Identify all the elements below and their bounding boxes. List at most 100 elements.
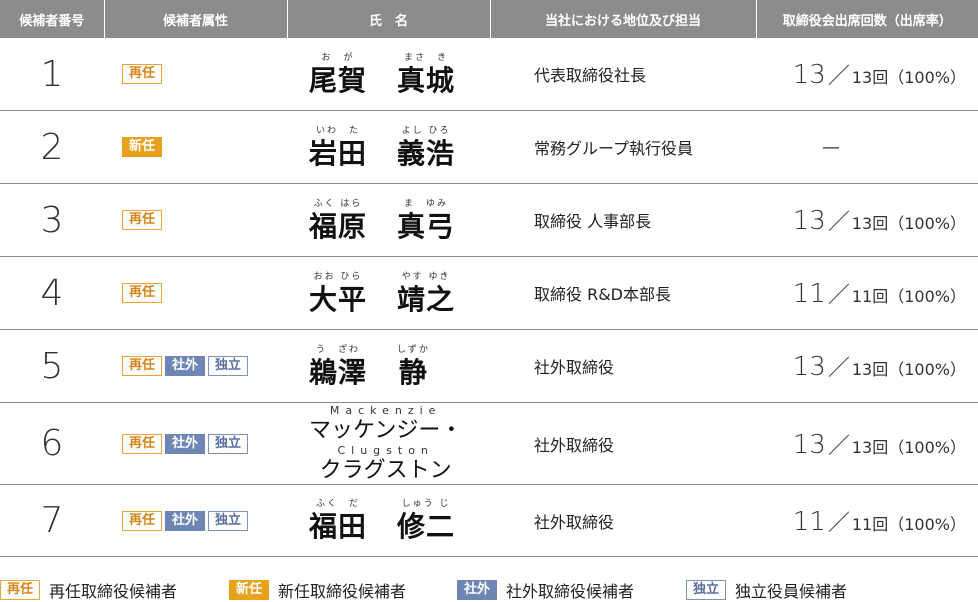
header-name: 氏 名 (287, 0, 491, 38)
board-attendance: 11／ 11回（100%） (756, 484, 978, 557)
candidate-number: 2 (0, 110, 104, 184)
given-name: よし ひろ 義浩 (397, 125, 455, 170)
reappoint-badge: 再任 (122, 356, 163, 377)
table-row: 4 再任 おお ひら 大平 やす ゆき 靖之 取締役 R&D本部長 11／ 11回（100%） (0, 256, 978, 330)
reappoint-badge: 再任 (122, 64, 163, 85)
total-meetings: 13回 (851, 360, 889, 379)
name-block: お が尾賀 まさ き真城 (309, 52, 455, 97)
table-row: 5 再任 社外 独立う ざわ 鵜澤 しずか静社外取締役 13／ 13回（100%） (0, 329, 978, 403)
name-kanji: 鵜澤 (309, 355, 368, 389)
name-block: う ざわ 鵜澤 しずか静 (309, 344, 430, 389)
attended-count: 13 (792, 60, 826, 90)
family-name: ふく だ福田 (309, 498, 367, 543)
reappoint-badge: 再任 (0, 580, 41, 600)
table-row: 7 再任 社外 独立 ふく だ福田 しゅう じ修二 社外取締役 11／ 11回（100%） (0, 484, 978, 557)
table-row: 2 新任 いわ た岩田 よし ひろ 義浩 常務グループ執行役員 — (0, 110, 978, 184)
name-kanji: 尾賀 (309, 63, 368, 97)
new-badge: 新任 (122, 137, 163, 158)
name-kana: マッケンジー・ (309, 417, 463, 443)
candidate-position: 取締役 人事部長 (490, 183, 756, 257)
candidate-name: ふく だ福田 しゅう じ修二 (287, 484, 490, 557)
candidate-attributes: 再任 社外 独立 (104, 402, 287, 485)
total-meetings: 13回 (851, 437, 889, 457)
outside-badge: 社外 (165, 433, 206, 454)
new-badge: 新任 (229, 580, 270, 600)
candidate-name: おお ひら 大平 やす ゆき 靖之 (287, 256, 490, 330)
attendance-slash: ／ (827, 433, 850, 459)
board-attendance: 13／ 13回（100%） (756, 329, 978, 403)
name-reading: う ざわ (316, 344, 361, 355)
attendance-rate: （100%） (888, 360, 966, 379)
attendance-rate: （100%） (888, 287, 966, 306)
legend-item: 再任 再任取締役候補者 (0, 578, 177, 602)
given-name: ま ゆみ 真弓 (397, 198, 455, 243)
name-kanji: 福原 (309, 209, 368, 243)
name-reading: やす ゆき (401, 271, 451, 282)
family-name: う ざわ 鵜澤 (309, 344, 367, 389)
name-block: ふく だ福田 しゅう じ修二 (309, 498, 455, 543)
independent-badge: 独立 (208, 356, 249, 377)
table-header-row: 候補者番号 候補者属性 氏 名 当社における地位及び担当 取締役会出席回数（出席… (0, 0, 978, 38)
given-name: やす ゆき 靖之 (397, 271, 455, 316)
legend-item: 社外 社外取締役候補者 (457, 578, 634, 602)
name-kanji: 真弓 (397, 209, 456, 243)
candidate-attributes: 再任 (104, 38, 287, 111)
total-meetings: 13回 (851, 68, 889, 87)
candidate-name: Mackenzie マッケンジー・ Clugston クラグストン (287, 402, 490, 485)
name-block: ふく はら 福原ま ゆみ 真弓 (309, 198, 455, 243)
reappoint-badge: 再任 (122, 283, 163, 304)
name-kanji: 修二 (397, 510, 456, 543)
given-name: しずか静 (397, 344, 430, 389)
header-position: 当社における地位及び担当 (490, 0, 757, 38)
candidate-name: う ざわ 鵜澤 しずか静 (287, 329, 490, 403)
attendance-rate: （100%） (888, 437, 966, 457)
independent-badge: 独立 (208, 433, 249, 454)
attendance-none: — (822, 136, 840, 158)
attended-count: 13 (792, 206, 826, 236)
attended-count: 13 (792, 352, 826, 382)
family-name: いわ た岩田 (309, 125, 367, 170)
name-kanji: 靖之 (397, 282, 456, 316)
total-meetings: 11回 (851, 514, 889, 534)
name-reading: しずか (397, 344, 430, 355)
name-reading: ふく はら (313, 198, 363, 209)
legend-item: 独立 独立役員候補者 (686, 578, 847, 602)
name-reading: ま ゆみ (404, 198, 449, 209)
given-name: まさ き真城 (397, 52, 455, 97)
attended-count: 13 (792, 429, 826, 460)
name-kanji: 大平 (309, 282, 368, 316)
candidate-table: 候補者番号 候補者属性 氏 名 当社における地位及び担当 取締役会出席回数（出席… (0, 0, 978, 557)
attendance-slash: ／ (827, 283, 850, 308)
board-attendance: — (756, 110, 978, 184)
attendance-slash: ／ (827, 210, 850, 235)
family-name: ふく はら 福原 (309, 198, 367, 243)
board-attendance: 13／ 13回（100%） (756, 402, 978, 485)
name-kana: クラグストン (319, 457, 452, 483)
candidate-position: 取締役 R&D本部長 (490, 256, 756, 330)
outside-badge: 社外 (165, 356, 206, 377)
legend-label: 新任取締役候補者 (278, 582, 407, 601)
candidate-attributes: 再任 社外 独立 (104, 329, 287, 403)
board-attendance: 11／ 11回（100%） (756, 256, 978, 330)
name-block: おお ひら 大平 やす ゆき 靖之 (309, 271, 455, 316)
table-row: 1 再任お が尾賀 まさ き真城 代表取締役社長 13／ 13回（100%） (0, 38, 978, 111)
table-row: 6 再任 社外 独立 Mackenzie マッケンジー・ Clugston クラグストン 社外取… (0, 402, 978, 485)
name-reading: おお ひら (313, 271, 363, 282)
legend-item: 新任 新任取締役候補者 (229, 578, 406, 602)
attended-count: 11 (792, 279, 826, 309)
attended-count: 11 (792, 506, 826, 537)
candidate-attributes: 新任 (104, 110, 287, 184)
family-name: お が尾賀 (309, 52, 367, 97)
foreign-name-block: Mackenzie マッケンジー・ Clugston クラグストン (309, 404, 462, 484)
candidate-position: 社外取締役 (490, 329, 756, 403)
candidate-number: 5 (0, 329, 104, 403)
name-kanji: 福田 (309, 510, 368, 543)
attendance-rate: （100%） (888, 214, 966, 233)
legend-label: 社外取締役候補者 (506, 582, 635, 601)
reappoint-badge: 再任 (122, 210, 163, 231)
family-name: おお ひら 大平 (309, 271, 367, 316)
reappoint-badge: 再任 (122, 433, 163, 454)
candidate-number: 3 (0, 183, 104, 257)
header-candidate-number: 候補者番号 (0, 0, 105, 38)
candidate-name: ふく はら 福原ま ゆみ 真弓 (287, 183, 490, 257)
